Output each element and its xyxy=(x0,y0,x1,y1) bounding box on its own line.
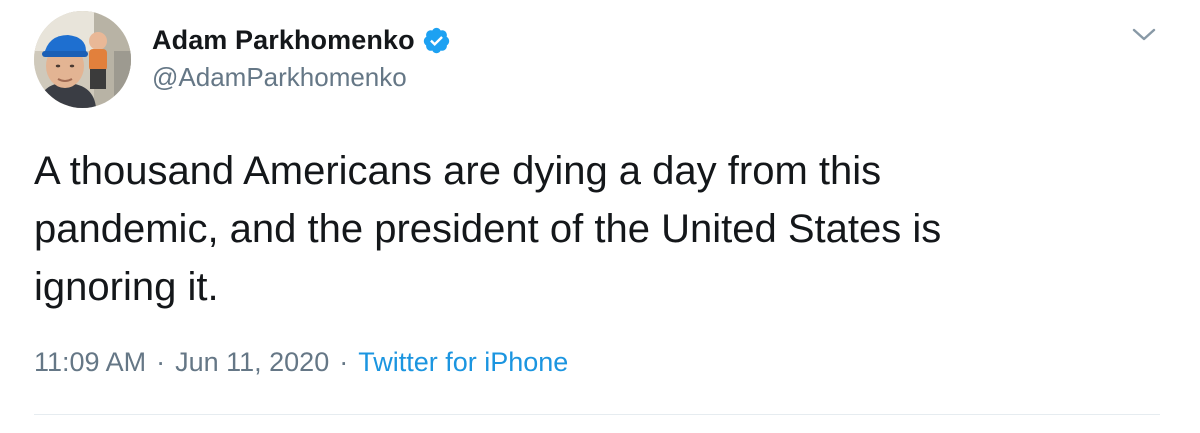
tweet-time[interactable]: 11:09 AM xyxy=(34,347,146,378)
verified-badge-icon xyxy=(422,26,451,55)
meta-separator: · xyxy=(156,347,166,377)
display-name[interactable]: Adam Parkhomenko xyxy=(152,25,415,56)
author-block: Adam Parkhomenko @AdamParkhomenko xyxy=(152,22,451,93)
divider xyxy=(34,414,1160,415)
tweet-source-link[interactable]: Twitter for iPhone xyxy=(358,347,568,378)
name-row: Adam Parkhomenko xyxy=(152,22,451,58)
user-handle[interactable]: @AdamParkhomenko xyxy=(152,62,451,93)
tweet-date[interactable]: Jun 11, 2020 xyxy=(175,347,329,378)
meta-separator: · xyxy=(339,347,349,377)
tweet-card: Adam Parkhomenko @AdamParkhomenko A thou… xyxy=(0,0,1200,433)
avatar-photo xyxy=(34,11,131,108)
tweet-text: A thousand Americans are dying a day fro… xyxy=(34,149,942,309)
avatar[interactable] xyxy=(34,11,131,108)
tweet-meta: 11:09 AM · Jun 11, 2020 · Twitter for iP… xyxy=(34,347,568,378)
chevron-down-icon[interactable] xyxy=(1131,26,1157,44)
